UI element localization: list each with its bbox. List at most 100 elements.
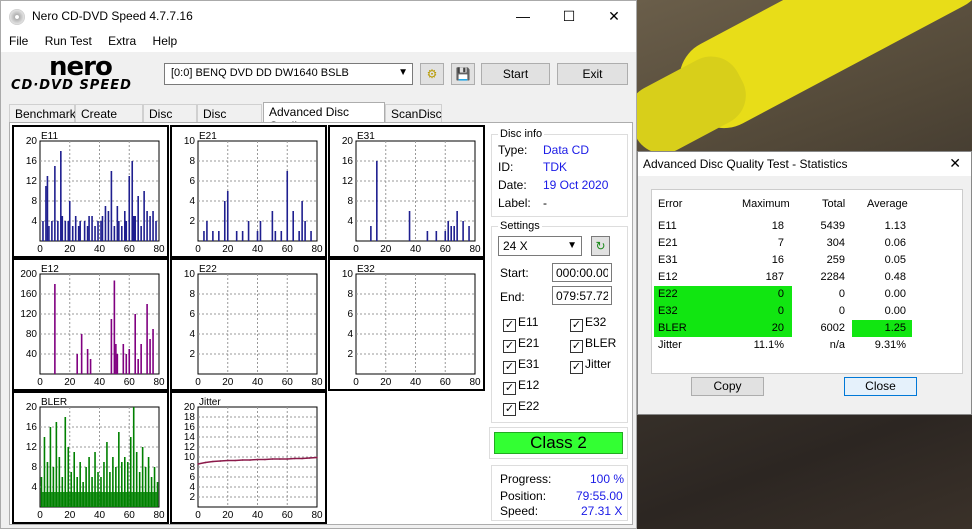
data-bar (51, 221, 53, 241)
end-time-input[interactable] (552, 286, 612, 305)
refresh-icon: ↻ (595, 239, 606, 253)
y-tick-label: 10 (184, 269, 196, 280)
checkbox-e31[interactable]: ✓ E31 (503, 357, 539, 374)
data-bar (426, 231, 429, 241)
y-tick-label: 2 (347, 349, 353, 360)
data-bar (206, 221, 208, 241)
tab-disc-quality[interactable]: Disc Quality (197, 104, 262, 135)
chart-bler: 0 20 40 60 80 4 8 12 16 20 BLER (12, 391, 169, 524)
minimize-icon[interactable]: — (500, 1, 546, 32)
cell-average: 0.06 (884, 237, 906, 249)
data-bar (54, 166, 56, 241)
start-button[interactable]: Start (481, 63, 550, 85)
menu-run-test[interactable]: Run Test (37, 32, 97, 48)
data-bar (113, 226, 116, 241)
dialog-close-icon[interactable]: ✕ (949, 155, 961, 172)
data-bar (125, 354, 128, 374)
exit-button[interactable]: Exit (557, 63, 628, 85)
data-bar (152, 329, 154, 374)
title-bar: Nero CD-DVD Speed 4.7.7.16 — ☐ ✕ (1, 1, 636, 32)
data-bar (110, 319, 113, 374)
data-bar (304, 221, 306, 241)
y-tick-label: 16 (26, 156, 38, 167)
close-button[interactable]: Close (844, 377, 917, 396)
y-tick-label: 8 (347, 289, 353, 300)
statistics-title-bar: Advanced Disc Quality Test - Statistics … (638, 152, 971, 176)
data-bar (274, 231, 277, 241)
chevron-down-icon: ▼ (398, 67, 408, 78)
copy-button[interactable]: Copy (691, 377, 764, 396)
disc-id-label: ID: (498, 160, 514, 174)
data-bar (292, 211, 294, 241)
position-label: Position: (500, 489, 547, 503)
y-tick-label: 12 (342, 176, 354, 187)
x-tick-label: 20 (64, 377, 76, 388)
maximize-icon[interactable]: ☐ (546, 1, 592, 32)
start-time-input[interactable] (552, 263, 612, 282)
chart-title: E32 (357, 264, 375, 275)
checkbox-e12[interactable]: ✓ E12 (503, 378, 539, 395)
data-bar (118, 221, 120, 241)
x-tick-label: 80 (311, 244, 323, 255)
tab-scandisc[interactable]: ScanDisc (385, 104, 442, 123)
statistics-title: Advanced Disc Quality Test - Statistics (643, 157, 848, 171)
data-bar (86, 349, 89, 374)
data-bar (83, 221, 86, 241)
checkbox-e32[interactable]: ✓ E32 (570, 315, 606, 332)
menu-extra[interactable]: Extra (100, 32, 141, 48)
chart-title: E31 (357, 131, 375, 142)
x-tick-label: 0 (195, 377, 201, 388)
menu-help[interactable]: Help (145, 32, 183, 48)
checkbox-e22[interactable]: ✓ E22 (503, 399, 539, 416)
tab-disc-info[interactable]: Disc Info (143, 104, 197, 135)
checkbox-jitter[interactable]: ✓ Jitter (570, 357, 611, 374)
jitter-point (293, 457, 296, 460)
chart-title: E12 (41, 264, 59, 275)
tab-benchmark[interactable]: Benchmark (9, 104, 76, 123)
save-button[interactable]: 💾 (451, 63, 475, 85)
data-bar (447, 221, 450, 241)
cell-maximum: 20 (771, 322, 784, 334)
checkbox-e21[interactable]: ✓ E21 (503, 336, 539, 353)
data-bar (146, 211, 148, 241)
statistics-dialog: Advanced Disc Quality Test - Statistics … (637, 151, 972, 415)
x-tick-label: 60 (124, 244, 136, 255)
data-bar (301, 201, 303, 241)
data-bar (122, 344, 125, 374)
y-tick-label: 16 (26, 422, 38, 433)
data-bar (88, 216, 90, 241)
x-tick-label: 20 (64, 244, 76, 255)
checkbox-check-icon: ✓ (503, 403, 516, 416)
drive-select[interactable]: [0:0] BENQ DVD DD DW1640 BSLB ▼ (164, 63, 413, 85)
data-bar (94, 226, 96, 241)
y-tick-label: 160 (20, 289, 37, 300)
x-tick-label: 80 (153, 244, 165, 255)
x-tick-label: 0 (195, 510, 201, 521)
chart-e12: 0 20 40 60 80 40 80 120 160 200 E12 (12, 258, 169, 391)
data-bar (71, 226, 74, 241)
speed-select[interactable]: 24 X ▼ (498, 236, 582, 256)
disc-id-value: TDK (543, 160, 567, 174)
y-tick-label: 4 (189, 196, 195, 207)
chart-title: BLER (41, 397, 67, 408)
tab-advanced-disc-quality[interactable]: Advanced Disc Quality (263, 102, 385, 133)
tab-create-disc[interactable]: Create Disc (75, 104, 143, 135)
menu-file[interactable]: File (1, 32, 33, 48)
checkbox-bler[interactable]: ✓ BLER (570, 336, 616, 353)
drive-info-button[interactable]: ⚙ (420, 63, 444, 85)
data-bar (140, 226, 142, 241)
jitter-point (316, 456, 318, 459)
data-bar (67, 221, 70, 241)
class-result-badge: Class 2 (494, 432, 623, 454)
x-tick-label: 60 (282, 244, 294, 255)
data-bar (100, 221, 102, 241)
data-bar (146, 304, 148, 374)
close-icon[interactable]: ✕ (591, 1, 637, 32)
disc-info-heading: Disc info (498, 128, 545, 140)
data-bar (134, 216, 136, 241)
checkbox-e11[interactable]: ✓ E11 (503, 315, 538, 332)
data-bar (128, 176, 131, 241)
statistics-row: E11 18 5439 1.13 (652, 218, 962, 235)
refresh-speed-button[interactable]: ↻ (591, 236, 610, 256)
cell-average: 0.00 (884, 288, 906, 300)
